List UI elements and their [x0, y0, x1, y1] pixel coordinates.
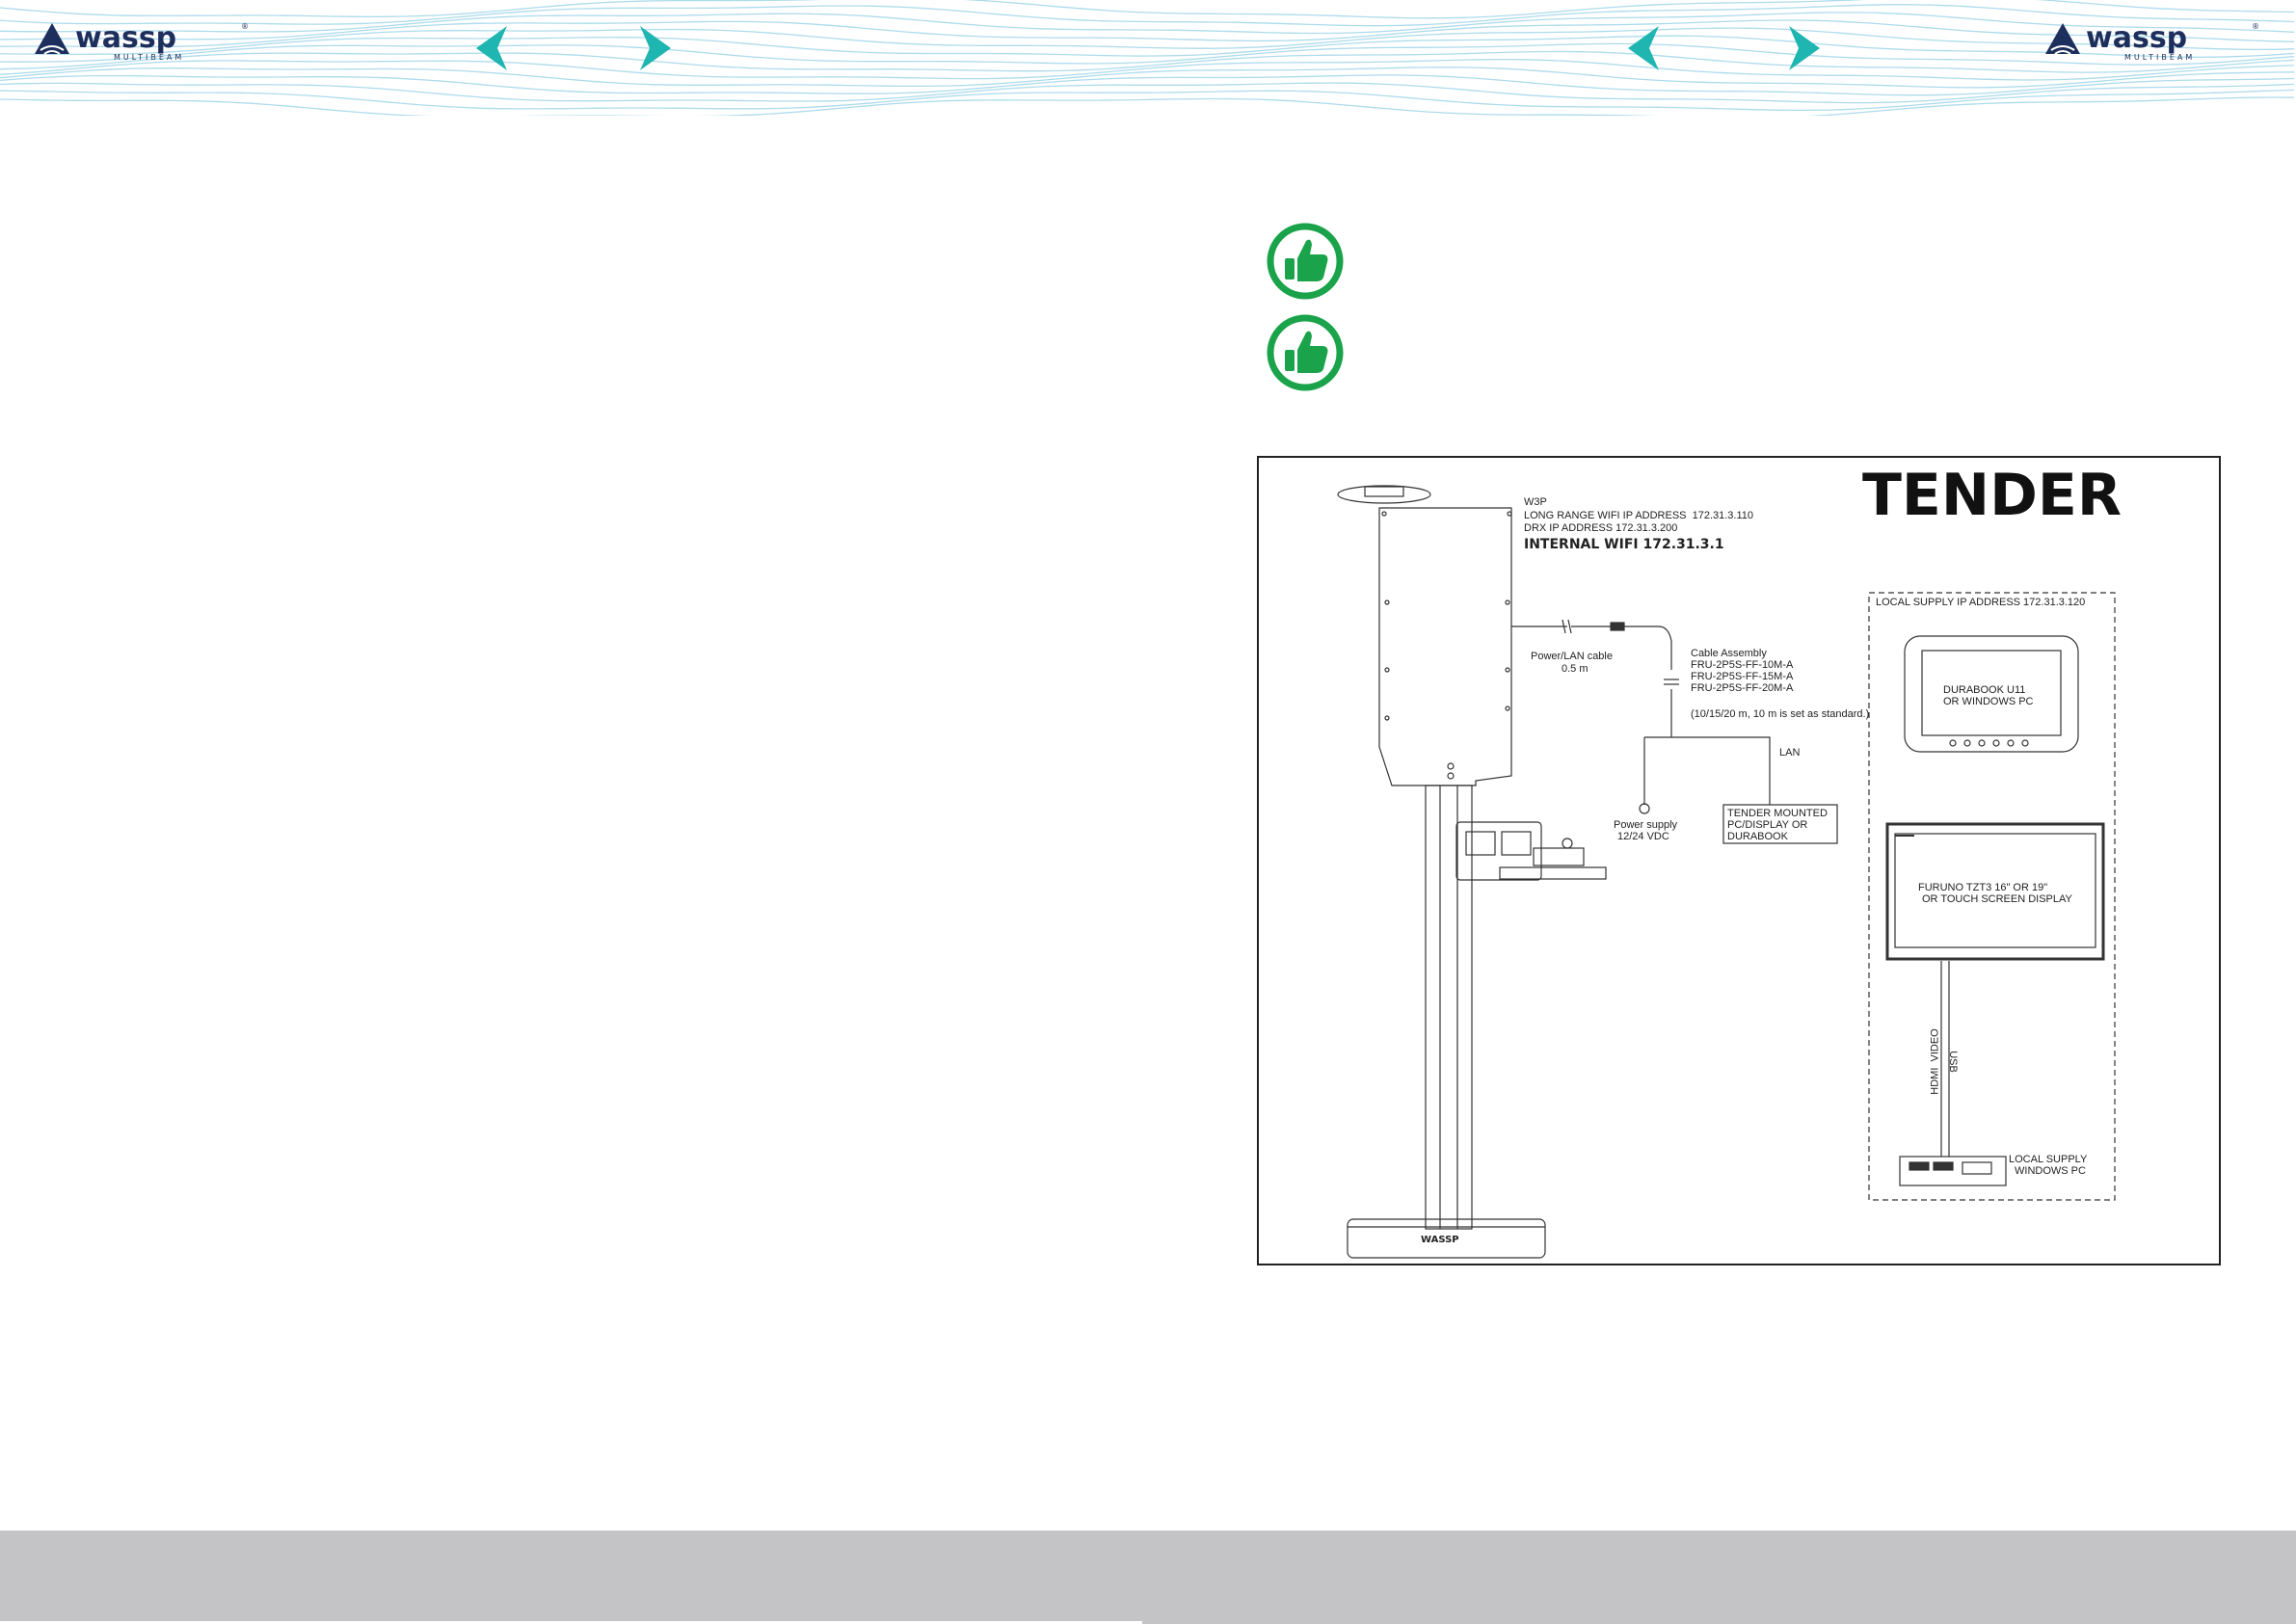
local-pc-line-2: WINDOWS PC — [2015, 1165, 2086, 1177]
brand-wordmark: wassp — [2086, 21, 2187, 55]
internal-wifi-label: INTERNAL WIFI 172.31.3.1 — [1524, 537, 1724, 552]
lan-label: LAN — [1779, 747, 1801, 759]
w3p-long-range-ip: LONG RANGE WIFI IP ADDRESS 172.31.3.110 — [1524, 510, 1754, 521]
thumbs-up-icon — [1267, 314, 1344, 391]
brand-logo-right[interactable]: wassp MULTIBEAM ® — [2042, 15, 2263, 68]
cable-length-note: (10/15/20 m, 10 m is set as standard.) — [1691, 708, 1870, 720]
prev-arrow-icon[interactable] — [472, 24, 511, 72]
w3p-drx-ip: DRX IP ADDRESS 172.31.3.200 — [1524, 522, 1678, 534]
brand-subtitle: MULTIBEAM — [114, 53, 184, 62]
durabook-line-2: OR WINDOWS PC — [1943, 696, 2034, 707]
brand-subtitle: MULTIBEAM — [2124, 53, 2195, 62]
tender-wiring-diagram: TENDER W3P LONG RANGE WIFI IP ADDRESS 17… — [1257, 456, 2221, 1265]
logo-icon: wassp MULTIBEAM ® — [35, 21, 249, 62]
page-header: wassp MULTIBEAM ® wassp MULTIBEAM ® — [0, 0, 2296, 116]
usb-label: USB — [1946, 1051, 1959, 1073]
brand-registered: ® — [2252, 22, 2259, 31]
cable-part-20m: FRU-2P5S-FF-20M-A — [1691, 682, 1794, 694]
brand-wordmark: wassp — [75, 21, 176, 55]
wave-line — [0, 0, 2295, 19]
power-lan-cable-label: Power/LAN cable — [1531, 651, 1613, 662]
wave-pattern — [0, 0, 2295, 116]
thumbs-up-icon — [1267, 223, 1344, 300]
local-supply-ip: LOCAL SUPPLY IP ADDRESS 172.31.3.120 — [1876, 597, 2086, 608]
w3p-label: W3P — [1524, 496, 1547, 508]
power-supply-voltage: 12/24 VDC — [1617, 831, 1669, 842]
brand-registered: ® — [241, 22, 249, 31]
diagram-drawing — [1337, 485, 2116, 1259]
hdmi-video-label: HDMI VIDEO — [1929, 1028, 1941, 1095]
wave-line — [0, 4, 2295, 27]
prev-arrow-icon[interactable] — [1624, 24, 1663, 72]
brand-logo-left[interactable]: wassp MULTIBEAM ® — [31, 15, 253, 68]
power-lan-cable-length: 0.5 m — [1562, 663, 1589, 675]
furuno-line-2: OR TOUCH SCREEN DISPLAY — [1922, 893, 2072, 905]
diagram-title: TENDER — [1862, 462, 2122, 529]
logo-icon: wassp MULTIBEAM ® — [2045, 21, 2259, 62]
next-arrow-icon[interactable] — [1785, 24, 1824, 72]
page-footer — [0, 1531, 2296, 1624]
tender-pc-line-3: DURABOOK — [1727, 831, 1788, 842]
next-arrow-icon[interactable] — [636, 24, 675, 72]
stand-logo: WASSP — [1421, 1235, 1459, 1245]
wave-line — [0, 96, 2295, 116]
